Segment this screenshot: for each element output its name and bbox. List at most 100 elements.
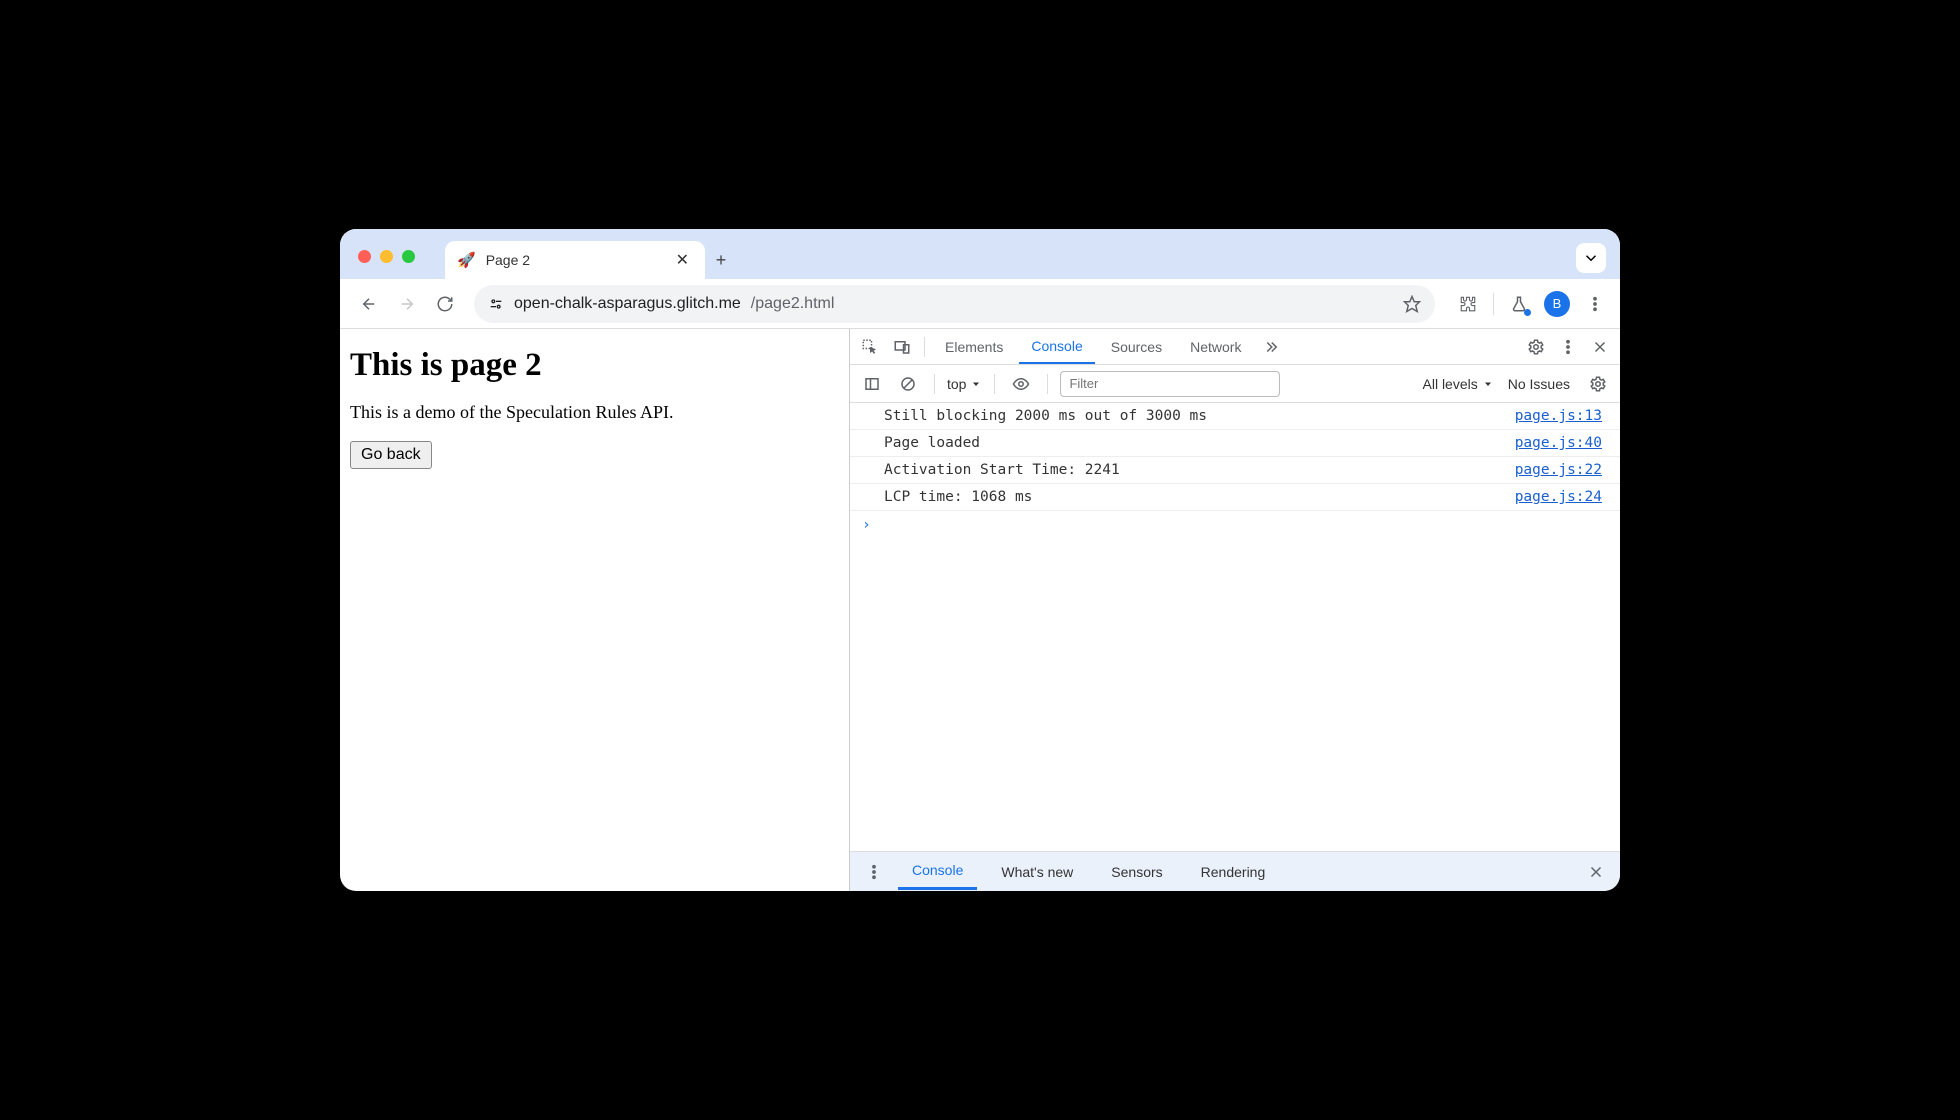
gear-icon	[1589, 375, 1607, 393]
devices-icon	[893, 338, 911, 356]
reload-icon	[436, 295, 454, 313]
browser-tab[interactable]: 🚀 Page 2 ✕	[445, 241, 705, 279]
browser-menu-button[interactable]	[1584, 293, 1606, 315]
tab-title: Page 2	[486, 252, 662, 268]
issues-indicator[interactable]: No Issues	[1508, 376, 1570, 392]
back-button[interactable]	[354, 289, 384, 319]
kebab-icon	[1586, 295, 1604, 313]
minimize-window-button[interactable]	[380, 250, 393, 263]
separator	[934, 374, 935, 394]
labs-notification-dot	[1524, 309, 1531, 316]
toolbar-divider	[1493, 293, 1494, 315]
ban-icon	[899, 375, 917, 393]
inspect-element-button[interactable]	[856, 333, 884, 361]
kebab-icon	[865, 863, 883, 881]
devtools-settings-button[interactable]	[1522, 333, 1550, 361]
device-toolbar-button[interactable]	[888, 333, 916, 361]
bookmark-star-icon[interactable]	[1403, 295, 1421, 313]
go-back-button[interactable]: Go back	[350, 441, 432, 469]
tab-strip: 🚀 Page 2 ✕ +	[340, 229, 1620, 279]
toolbar: open-chalk-asparagus.glitch.me/page2.htm…	[340, 279, 1620, 329]
context-label: top	[947, 376, 966, 392]
drawer-close-button[interactable]	[1582, 858, 1610, 886]
tab-sources[interactable]: Sources	[1099, 331, 1174, 363]
sidebar-icon	[863, 375, 881, 393]
page-paragraph: This is a demo of the Speculation Rules …	[350, 402, 839, 423]
console-log-row: Still blocking 2000 ms out of 3000 ms pa…	[850, 403, 1620, 430]
console-log-row: Activation Start Time: 2241 page.js:22	[850, 457, 1620, 484]
reload-button[interactable]	[430, 289, 460, 319]
new-tab-button[interactable]: +	[705, 241, 737, 279]
devtools-tabstrip: Elements Console Sources Network	[850, 329, 1620, 365]
console-log-area: Still blocking 2000 ms out of 3000 ms pa…	[850, 403, 1620, 851]
tab-elements[interactable]: Elements	[933, 331, 1015, 363]
drawer-tab-sensors[interactable]: Sensors	[1097, 855, 1176, 889]
content-area: This is page 2 This is a demo of the Spe…	[340, 329, 1620, 891]
profile-avatar[interactable]: B	[1544, 291, 1570, 317]
labs-button[interactable]	[1508, 293, 1530, 315]
inspect-icon	[861, 338, 879, 356]
console-prompt[interactable]: ›	[850, 511, 1620, 539]
log-source-link[interactable]: page.js:13	[1515, 408, 1602, 424]
live-expression-button[interactable]	[1007, 370, 1035, 398]
drawer-tab-whatsnew[interactable]: What's new	[987, 855, 1087, 889]
toggle-sidebar-button[interactable]	[858, 370, 886, 398]
console-log-row: LCP time: 1068 ms page.js:24	[850, 484, 1620, 511]
tab-close-button[interactable]: ✕	[672, 248, 693, 272]
log-source-link[interactable]: page.js:40	[1515, 435, 1602, 451]
url-host: open-chalk-asparagus.glitch.me	[514, 295, 741, 313]
clear-console-button[interactable]	[894, 370, 922, 398]
page-heading: This is page 2	[350, 347, 839, 384]
forward-button[interactable]	[392, 289, 422, 319]
log-message: Still blocking 2000 ms out of 3000 ms	[884, 408, 1515, 424]
arrow-left-icon	[360, 295, 378, 313]
extensions-button[interactable]	[1457, 293, 1479, 315]
separator	[924, 337, 925, 357]
url-path: /page2.html	[751, 295, 835, 313]
log-message: LCP time: 1068 ms	[884, 489, 1515, 505]
filter-input[interactable]	[1060, 371, 1280, 397]
devtools-menu-button[interactable]	[1554, 333, 1582, 361]
eye-icon	[1012, 375, 1030, 393]
devtools-drawer: Console What's new Sensors Rendering	[850, 851, 1620, 891]
tab-console[interactable]: Console	[1019, 330, 1094, 364]
avatar-letter: B	[1553, 296, 1562, 311]
tab-network[interactable]: Network	[1178, 331, 1253, 363]
levels-label: All levels	[1423, 376, 1478, 392]
arrow-right-icon	[398, 295, 416, 313]
tab-search-button[interactable]	[1576, 243, 1606, 273]
drawer-menu-button[interactable]	[860, 858, 888, 886]
window-controls	[358, 250, 415, 279]
rendered-page: This is page 2 This is a demo of the Spe…	[340, 329, 850, 891]
site-settings-icon[interactable]	[488, 296, 504, 312]
browser-window: 🚀 Page 2 ✕ + open-chalk-asparagus.glitch…	[340, 229, 1620, 891]
kebab-icon	[1559, 338, 1577, 356]
devtools-panel: Elements Console Sources Network	[850, 329, 1620, 891]
log-message: Activation Start Time: 2241	[884, 462, 1515, 478]
drawer-tab-rendering[interactable]: Rendering	[1187, 855, 1280, 889]
log-source-link[interactable]: page.js:22	[1515, 462, 1602, 478]
gear-icon	[1527, 338, 1545, 356]
console-toolbar: top All levels No Issues	[850, 365, 1620, 403]
console-settings-button[interactable]	[1584, 370, 1612, 398]
close-icon	[1591, 338, 1609, 356]
log-levels-selector[interactable]: All levels	[1423, 376, 1494, 392]
address-bar[interactable]: open-chalk-asparagus.glitch.me/page2.htm…	[474, 285, 1435, 323]
tab-favicon-icon: 🚀	[457, 251, 476, 269]
devtools-close-button[interactable]	[1586, 333, 1614, 361]
fullscreen-window-button[interactable]	[402, 250, 415, 263]
extensions-area: B	[1457, 291, 1606, 317]
chevrons-right-icon	[1262, 338, 1280, 356]
caret-down-icon	[970, 378, 982, 390]
context-selector[interactable]: top	[947, 376, 982, 392]
log-source-link[interactable]: page.js:24	[1515, 489, 1602, 505]
log-message: Page loaded	[884, 435, 1515, 451]
chevron-down-icon	[1582, 249, 1600, 267]
separator	[1047, 374, 1048, 394]
puzzle-icon	[1459, 295, 1477, 313]
separator	[994, 374, 995, 394]
drawer-tab-console[interactable]: Console	[898, 853, 977, 890]
close-window-button[interactable]	[358, 250, 371, 263]
more-tabs-button[interactable]	[1257, 333, 1285, 361]
caret-down-icon	[1482, 378, 1494, 390]
